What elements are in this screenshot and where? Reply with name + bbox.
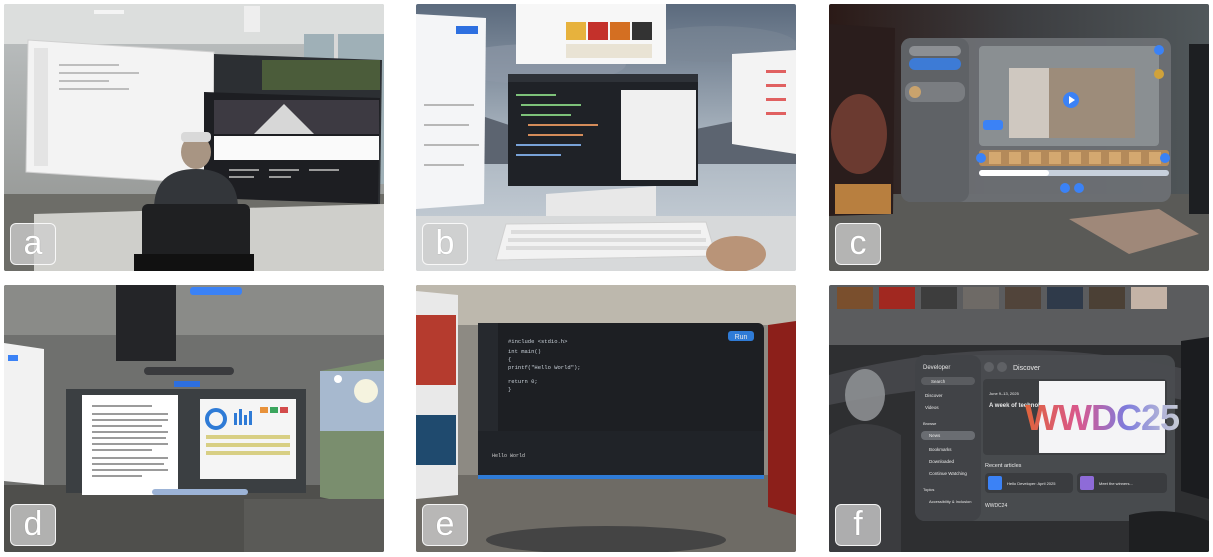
panel-a-scene	[4, 4, 384, 271]
panel-d-label: d	[10, 504, 56, 546]
recent-articles-heading: Recent articles	[985, 463, 1022, 469]
discover-title: Discover	[1013, 365, 1041, 372]
sidebar-downloaded[interactable]: Downloaded	[929, 459, 955, 464]
panel-b-sky-environment-mac-display: b	[416, 4, 796, 271]
article-2-title[interactable]: Meet the winners...	[1099, 481, 1133, 486]
panel-b-label: b	[422, 223, 468, 265]
panel-a-office-virtual-displays: a	[4, 4, 384, 271]
code-line-7: return 0;	[508, 378, 538, 385]
sidebar-bookmarks[interactable]: Bookmarks	[929, 447, 952, 452]
panel-c-video-editing-app: c	[829, 4, 1209, 271]
panel-a-label: a	[10, 223, 56, 265]
article-1-title[interactable]: Hello Developer: April 2025	[1007, 481, 1056, 486]
section-wwdc24: WWDC24	[985, 503, 1007, 509]
panel-c-label: c	[835, 223, 881, 265]
sidebar-continue-watching[interactable]: Continue Watching	[929, 471, 967, 476]
panel-e-code-editor: Run #include <stdio.h> int main() { prin…	[416, 285, 796, 552]
sidebar-discover[interactable]: Discover	[925, 393, 943, 398]
panel-f-label: f	[835, 504, 881, 546]
panel-f-scene: Developer Search Discover Videos Browse …	[829, 285, 1209, 552]
sidebar-news[interactable]: News	[929, 433, 941, 438]
panel-d-hallway-documents: d	[4, 285, 384, 552]
code-line-8: }	[508, 386, 511, 393]
hero-date: June 9–13, 2025	[989, 391, 1020, 396]
code-line-3: int main()	[508, 348, 541, 355]
sidebar-topics-heading: Topics	[923, 487, 934, 492]
panel-e-scene: Run #include <stdio.h> int main() { prin…	[416, 285, 796, 552]
code-line-5: printf("Hello World");	[508, 364, 581, 371]
panel-d-scene	[4, 285, 384, 552]
figure-grid: a b c d Run #include <stdio.h> int main(…	[0, 0, 1213, 557]
wwdc25-logo: WWDC25	[1025, 397, 1180, 438]
panel-c-scene	[829, 4, 1209, 271]
panel-e-label: e	[422, 504, 468, 546]
panel-f-developer-app-car: Developer Search Discover Videos Browse …	[829, 285, 1209, 552]
code-line-4: {	[508, 356, 511, 363]
sidebar-accessibility[interactable]: Accessibility & Inclusion	[929, 499, 971, 504]
run-button-text: Run	[735, 334, 748, 341]
code-line-1: #include <stdio.h>	[508, 338, 567, 345]
sidebar-search[interactable]: Search	[931, 379, 946, 384]
panel-b-scene	[416, 4, 796, 271]
sidebar-browse-heading: Browse	[923, 421, 937, 426]
app-title: Developer	[923, 365, 950, 371]
sidebar-videos[interactable]: Videos	[925, 405, 939, 410]
console-output: Hello World	[492, 453, 525, 459]
